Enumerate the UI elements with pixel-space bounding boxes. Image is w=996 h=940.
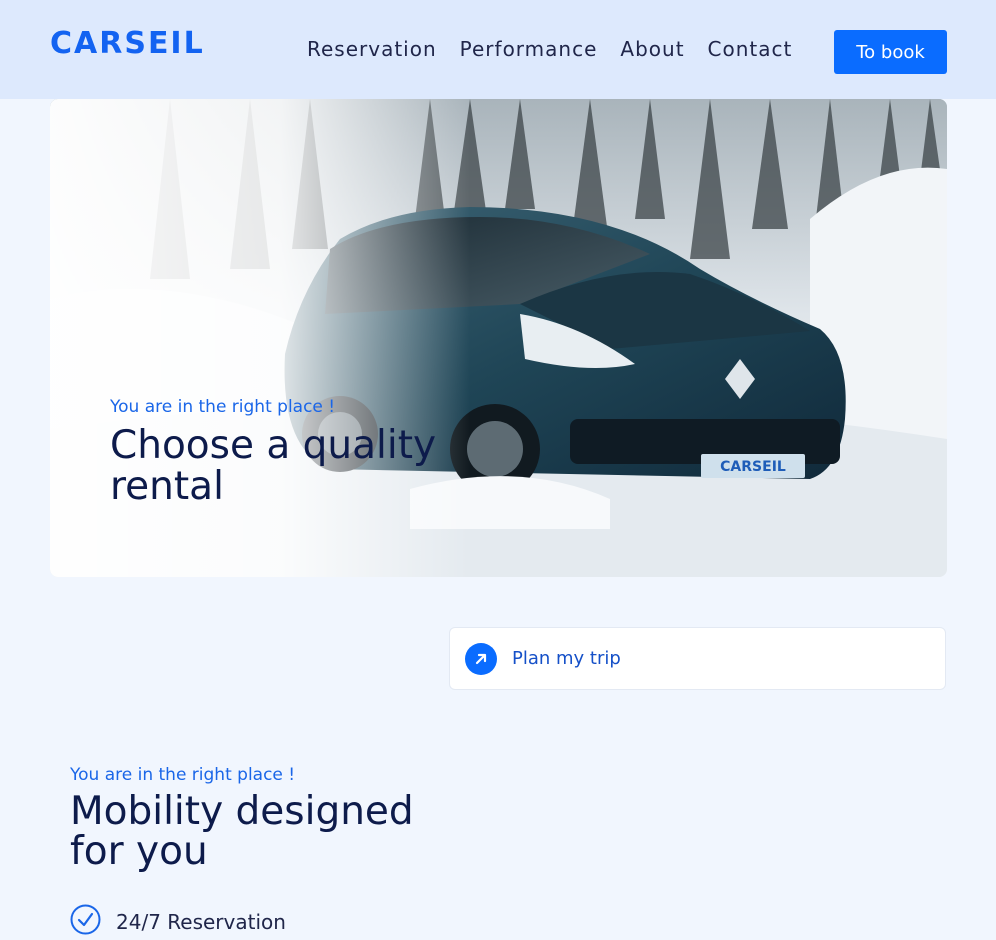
- plan-trip-button[interactable]: Plan my trip: [449, 627, 946, 690]
- section-title: Mobility designed for you: [70, 789, 414, 874]
- license-plate-text: CARSEIL: [720, 459, 786, 475]
- check-circle-icon: [70, 904, 101, 940]
- plan-trip-label: Plan my trip: [512, 648, 621, 669]
- hero-title: Choose a quality rental: [110, 423, 437, 509]
- hero-kicker: You are in the right place !: [110, 397, 336, 417]
- site-header: CARSEIL Reservation Performance About Co…: [0, 0, 996, 99]
- nav-item-about[interactable]: About: [620, 37, 684, 61]
- brand-name: CARSEIL: [50, 26, 205, 61]
- nav-item-reservation[interactable]: Reservation: [307, 37, 437, 61]
- book-button[interactable]: To book: [834, 30, 947, 74]
- nav-item-contact[interactable]: Contact: [708, 37, 793, 61]
- feature-label: 24/7 Reservation: [116, 910, 286, 934]
- arrow-up-right-icon: [465, 642, 497, 675]
- main-nav: Reservation Performance About Contact: [307, 34, 792, 64]
- feature-item: 24/7 Reservation: [70, 904, 286, 940]
- hero-banner: CARSEIL You are in the right place ! Cho…: [50, 99, 947, 577]
- brand-logo[interactable]: CARSEIL: [50, 24, 205, 64]
- nav-item-performance[interactable]: Performance: [460, 37, 598, 61]
- section-kicker: You are in the right place !: [70, 765, 296, 785]
